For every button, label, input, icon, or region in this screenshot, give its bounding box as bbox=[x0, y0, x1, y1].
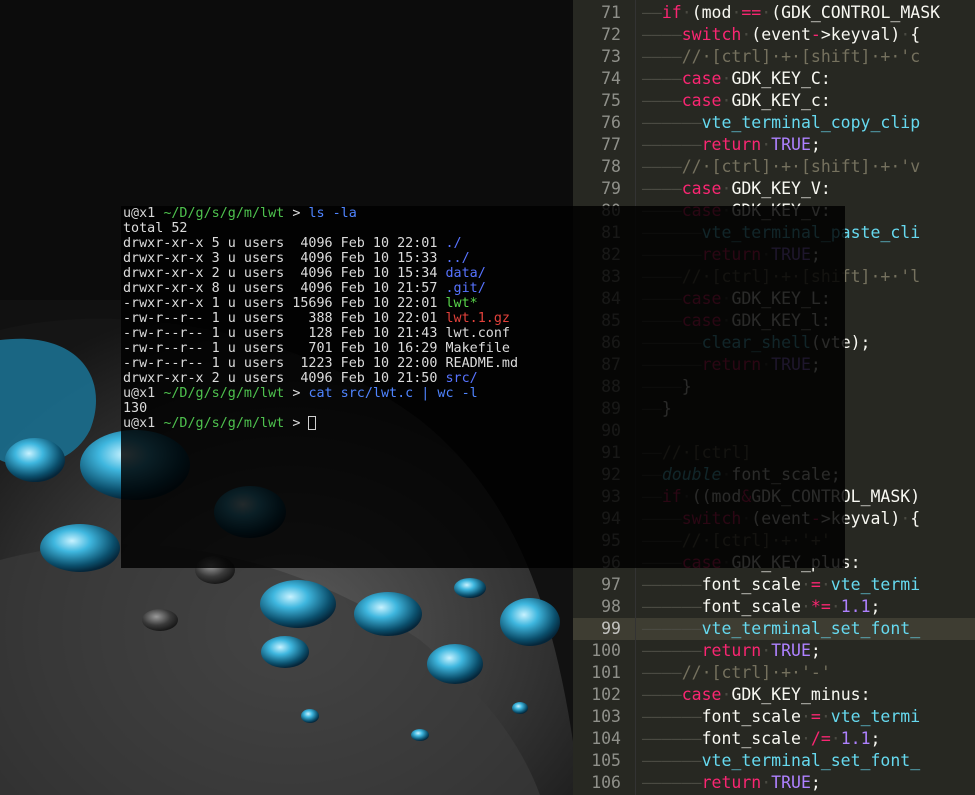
code-line[interactable]: ————case·GDK_KEY_C: bbox=[642, 68, 831, 90]
code-line[interactable]: ————case·GDK_KEY_V: bbox=[642, 178, 831, 200]
line-number: 72 bbox=[601, 25, 621, 44]
listing-row: -rw-r--r-- 1 u users 701 Feb 10 16:29 Ma… bbox=[123, 341, 510, 356]
code-line[interactable]: ——————vte_terminal_copy_clip bbox=[642, 112, 920, 134]
file-name: ../ bbox=[445, 251, 470, 266]
line-number: 102 bbox=[591, 685, 621, 704]
line-number: 100 bbox=[591, 641, 621, 660]
file-meta: drwxr-xr-x 5 u users 4096 Feb 10 22:01 bbox=[123, 236, 446, 251]
line-number: 74 bbox=[601, 69, 621, 88]
file-meta: -rw-r--r-- 1 u users 388 Feb 10 22:01 bbox=[123, 311, 446, 326]
line-number: 77 bbox=[601, 135, 621, 154]
listing-row: drwxr-xr-x 2 u users 4096 Feb 10 21:50 s… bbox=[123, 371, 478, 386]
line-number: 106 bbox=[591, 773, 621, 792]
listing-row: drwxr-xr-x 3 u users 4096 Feb 10 15:33 .… bbox=[123, 251, 470, 266]
terminal-command: cat src/lwt.c | wc -l bbox=[308, 386, 478, 401]
file-meta: drwxr-xr-x 3 u users 4096 Feb 10 15:33 bbox=[123, 251, 446, 266]
code-line[interactable]: ——if·(mod·==·(GDK_CONTROL_MASK bbox=[642, 2, 940, 24]
code-line[interactable]: ——————font_scale·/=·1.1; bbox=[642, 728, 880, 750]
file-meta: -rw-r--r-- 1 u users 1223 Feb 10 22:00 bbox=[123, 356, 446, 371]
terminal-window[interactable]: u@x1 ~/D/g/s/g/m/lwt > ls -la total 52 d… bbox=[121, 206, 845, 568]
file-name: README.md bbox=[445, 356, 519, 371]
listing-row: drwxr-xr-x 2 u users 4096 Feb 10 15:34 d… bbox=[123, 266, 486, 281]
file-name: ./ bbox=[445, 236, 462, 251]
file-meta: drwxr-xr-x 8 u users 4096 Feb 10 21:57 bbox=[123, 281, 446, 296]
code-line[interactable]: ————switch·(event->keyval)·{ bbox=[642, 24, 920, 46]
line-number: 98 bbox=[601, 597, 621, 616]
line-number: 105 bbox=[591, 751, 621, 770]
file-name: data/ bbox=[445, 266, 486, 281]
code-line[interactable]: ——————return·TRUE; bbox=[642, 134, 821, 156]
listing-row: -rw-r--r-- 1 u users 1223 Feb 10 22:00 R… bbox=[123, 356, 518, 371]
file-name: lwt.1.gz bbox=[445, 311, 510, 326]
code-line[interactable]: ————case·GDK_KEY_minus: bbox=[642, 684, 871, 706]
listing-row: -rwxr-xr-x 1 u users 15696 Feb 10 22:01 … bbox=[123, 296, 478, 311]
terminal-active-prompt[interactable]: u@x1 ~/D/g/s/g/m/lwt > bbox=[123, 416, 317, 431]
code-line[interactable]: ——————vte_terminal_set_font_ bbox=[642, 750, 920, 772]
code-line[interactable]: ——————return·TRUE; bbox=[642, 772, 821, 794]
line-number: 76 bbox=[601, 113, 621, 132]
code-line[interactable]: ——————font_scale·*=·1.1; bbox=[642, 596, 880, 618]
line-number: 103 bbox=[591, 707, 621, 726]
code-line[interactable]: ——————return·TRUE; bbox=[642, 640, 821, 662]
file-meta: drwxr-xr-x 2 u users 4096 Feb 10 21:50 bbox=[123, 371, 446, 386]
line-number: 75 bbox=[601, 91, 621, 110]
file-meta: drwxr-xr-x 2 u users 4096 Feb 10 15:34 bbox=[123, 266, 446, 281]
code-line[interactable]: ————//·[ctrl]·+·'-' bbox=[642, 662, 831, 684]
listing-row: -rw-r--r-- 1 u users 388 Feb 10 22:01 lw… bbox=[123, 311, 510, 326]
listing-row: drwxr-xr-x 8 u users 4096 Feb 10 21:57 .… bbox=[123, 281, 486, 296]
code-line[interactable]: ——————font_scale·=·vte_termi bbox=[642, 574, 920, 596]
line-number: 97 bbox=[601, 575, 621, 594]
listing-row: -rw-r--r-- 1 u users 128 Feb 10 21:43 lw… bbox=[123, 326, 510, 341]
terminal-output-line: total 52 bbox=[123, 221, 188, 236]
code-line[interactable]: ——————font_scale·=·vte_termi bbox=[642, 706, 920, 728]
terminal-prompt-line: u@x1 ~/D/g/s/g/m/lwt > cat src/lwt.c | w… bbox=[123, 386, 478, 401]
line-number: 104 bbox=[591, 729, 621, 748]
file-name: .git/ bbox=[445, 281, 486, 296]
file-name: lwt* bbox=[445, 296, 478, 311]
file-name: Makefile bbox=[445, 341, 510, 356]
file-name: src/ bbox=[445, 371, 478, 386]
line-number: 71 bbox=[601, 3, 621, 22]
line-number: 99 bbox=[573, 618, 635, 640]
file-meta: -rwxr-xr-x 1 u users 15696 Feb 10 22:01 bbox=[123, 296, 446, 311]
file-name: lwt.conf bbox=[445, 326, 510, 341]
code-line[interactable]: ——————vte_terminal_set_font_ bbox=[642, 618, 920, 640]
code-line[interactable]: ————//·[ctrl]·+·[shift]·+·'c bbox=[642, 46, 920, 68]
terminal-command: ls -la bbox=[308, 206, 357, 221]
line-number: 101 bbox=[591, 663, 621, 682]
line-number: 73 bbox=[601, 47, 621, 66]
code-line[interactable]: ————case·GDK_KEY_c: bbox=[642, 90, 831, 112]
line-number: 78 bbox=[601, 157, 621, 176]
line-number: 79 bbox=[601, 179, 621, 198]
terminal-output-line: 130 bbox=[123, 401, 148, 416]
file-meta: -rw-r--r-- 1 u users 701 Feb 10 16:29 bbox=[123, 341, 446, 356]
listing-row: drwxr-xr-x 5 u users 4096 Feb 10 22:01 .… bbox=[123, 236, 462, 251]
code-line[interactable]: ————//·[ctrl]·+·[shift]·+·'v bbox=[642, 156, 920, 178]
terminal-prompt-line: u@x1 ~/D/g/s/g/m/lwt > ls -la bbox=[123, 206, 357, 221]
file-meta: -rw-r--r-- 1 u users 128 Feb 10 21:43 bbox=[123, 326, 446, 341]
terminal-cursor bbox=[308, 416, 317, 430]
